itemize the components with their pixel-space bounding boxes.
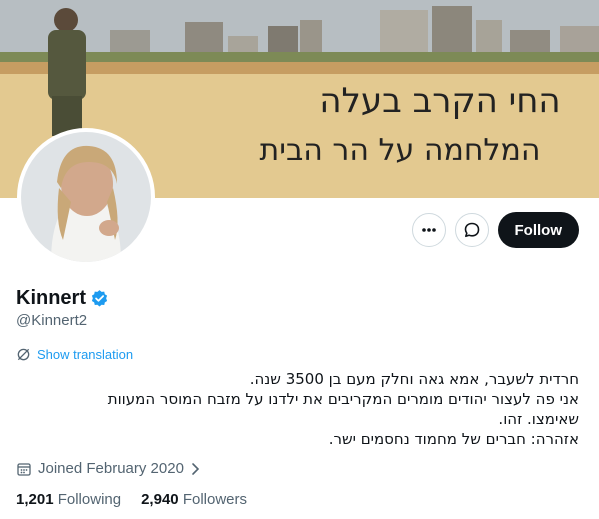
banner-graffiti-line1: החי הקרב בעלה xyxy=(319,81,560,121)
follow-stats: 1,201 Following 2,940 Followers xyxy=(16,491,247,508)
profile-avatar[interactable] xyxy=(17,128,155,266)
follow-button[interactable]: Follow xyxy=(497,212,579,248)
profile-bio: חרדית לשעבר, אמא גאה וחלק מעם בן 3500 שנ… xyxy=(107,370,579,448)
joined-date-row[interactable]: Joined February 2020 xyxy=(16,460,202,477)
message-button[interactable] xyxy=(454,213,489,247)
followers-count: 2,940 xyxy=(141,491,179,508)
followers-link[interactable]: 2,940 Followers xyxy=(141,491,247,508)
message-icon xyxy=(464,222,479,238)
banner-graffiti-line2: המלחמה על הר הבית xyxy=(260,133,541,168)
following-link[interactable]: 1,201 Following xyxy=(16,491,121,508)
profile-handle: @Kinnert2 xyxy=(16,312,88,329)
following-count: 1,201 xyxy=(16,491,54,508)
translate-icon xyxy=(17,348,30,361)
profile-name: Kinnert xyxy=(16,287,86,309)
avatar-image xyxy=(21,132,151,262)
show-translation-link[interactable]: Show translation xyxy=(16,347,133,362)
following-label: Following xyxy=(57,491,122,508)
joined-date: Joined February 2020 xyxy=(38,460,184,477)
followers-label: Followers xyxy=(182,491,247,508)
profile-actions: Follow xyxy=(411,212,579,248)
profile-name-row: Kinnert xyxy=(16,287,109,310)
verified-badge-icon[interactable] xyxy=(90,289,109,308)
more-horizontal-icon xyxy=(421,228,436,232)
chevron-right-icon xyxy=(192,462,200,475)
calendar-icon xyxy=(17,462,31,476)
more-options-button[interactable] xyxy=(411,213,446,247)
show-translation-label[interactable]: Show translation xyxy=(37,347,133,362)
